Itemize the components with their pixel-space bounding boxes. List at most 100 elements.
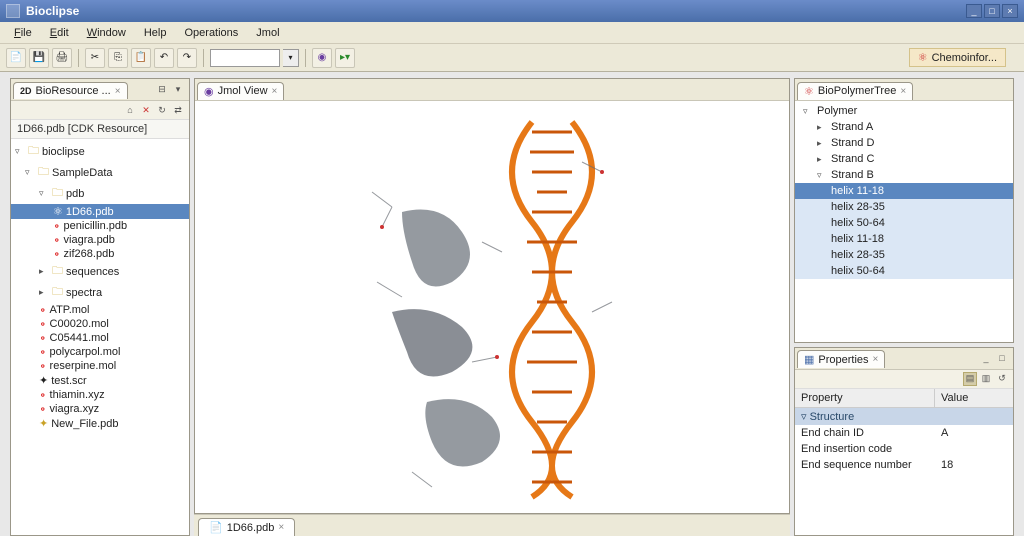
filter-icon[interactable]: ▥	[979, 372, 993, 386]
tree-file-viagra-xyz[interactable]: ⚬viagra.xyz	[11, 402, 189, 416]
col-value[interactable]: Value	[935, 389, 974, 407]
minimize-view-icon[interactable]: _	[979, 351, 993, 365]
tree-file-polycarpol[interactable]: ⚬polycarpol.mol	[11, 345, 189, 359]
prop-row[interactable]: End sequence number18	[795, 457, 1013, 473]
biopolymer-tree: ▿Polymer ▸Strand A ▸Strand D ▸Strand C ▿…	[795, 101, 1013, 342]
arrow-icon: ▸	[817, 122, 827, 133]
redo-button[interactable]: ↷	[177, 48, 197, 68]
link-icon[interactable]: ⇄	[171, 103, 185, 117]
tree-file-new[interactable]: ✦New_File.pdb	[11, 416, 189, 431]
biopolymer-view: ⚛ BioPolymerTree × ▿Polymer ▸Strand A ▸S…	[794, 78, 1014, 343]
bp-helix-1[interactable]: helix 11-18	[795, 183, 1013, 199]
bp-strand-a[interactable]: ▸Strand A	[795, 119, 1013, 135]
jmol-tab-label: Jmol View	[218, 85, 268, 97]
print-button[interactable]: 🖨	[52, 48, 72, 68]
jmol-tab[interactable]: ◉ Jmol View ×	[197, 82, 284, 100]
tree-file-atp[interactable]: ⚬ATP.mol	[11, 303, 189, 317]
jmol-canvas[interactable]	[195, 101, 789, 513]
tree-file-c00020[interactable]: ⚬C00020.mol	[11, 317, 189, 331]
tree-sequences-folder[interactable]: ▸🗀sequences	[11, 261, 189, 282]
collapse-all-button[interactable]: ⊟	[155, 83, 169, 97]
tree-pdb-folder[interactable]: ▿🗀pdb	[11, 183, 189, 204]
close-tab-icon[interactable]: ×	[278, 522, 284, 533]
tree-file-thiamin[interactable]: ⚬thiamin.xyz	[11, 388, 189, 402]
tree-file-1d66[interactable]: ⚛1D66.pdb	[11, 204, 189, 219]
molecule-icon: ⚬	[39, 319, 47, 330]
bp-strand-b[interactable]: ▿Strand B	[795, 167, 1013, 183]
copy-button[interactable]: ⎘	[108, 48, 128, 68]
maximize-button[interactable]: □	[984, 4, 1000, 18]
tree-file-c05441[interactable]: ⚬C05441.mol	[11, 331, 189, 345]
tree-file-viagra-pdb[interactable]: ⚬viagra.pdb	[11, 233, 189, 247]
search-input[interactable]	[210, 49, 280, 67]
prop-row[interactable]: End insertion code	[795, 441, 1013, 457]
perspective-label: Chemoinfor...	[932, 52, 997, 64]
molecule-icon: ⚬	[39, 361, 47, 372]
arrow-icon: ▿	[15, 146, 25, 157]
tree-file-testscr[interactable]: ✦test.scr	[11, 373, 189, 388]
paste-button[interactable]: 📋	[131, 48, 151, 68]
bp-strand-c[interactable]: ▸Strand C	[795, 151, 1013, 167]
biopolymer-tab-label: BioPolymerTree	[818, 85, 896, 97]
molecule-icon: ⚬	[39, 347, 47, 358]
perspective-button[interactable]: ⚛ Chemoinfor...	[909, 48, 1006, 67]
arrow-icon: ▸	[817, 138, 827, 149]
prop-row[interactable]: End chain IDA	[795, 425, 1013, 441]
menu-jmol[interactable]: Jmol	[248, 25, 287, 41]
menu-operations[interactable]: Operations	[176, 25, 246, 41]
home-icon[interactable]: ⌂	[123, 103, 137, 117]
tree-root[interactable]: ▿🗀bioclipse	[11, 141, 189, 162]
bp-helix-6[interactable]: helix 50-64	[795, 263, 1013, 279]
bp-polymer-node[interactable]: ▿Polymer	[795, 103, 1013, 119]
toolbar-sep	[78, 49, 79, 67]
maximize-view-icon[interactable]: □	[995, 351, 1009, 365]
resource-tree: ▿🗀bioclipse ▿🗀SampleData ▿🗀pdb ⚛1D66.pdb…	[11, 139, 189, 535]
properties-tab[interactable]: ▦ Properties ×	[797, 350, 885, 368]
tree-sampledata[interactable]: ▿🗀SampleData	[11, 162, 189, 183]
bioresource-view: 2D BioResource ... × ⊟ ▾ ⌂ ✕ ↻ ⇄ 1D66.pd…	[10, 78, 190, 536]
save-button[interactable]: 💾	[29, 48, 49, 68]
close-tab-icon[interactable]: ×	[873, 354, 879, 365]
run-button[interactable]: ▸▾	[335, 48, 355, 68]
menu-edit[interactable]: Edit	[42, 25, 77, 41]
folder-icon: 🗀	[38, 163, 49, 182]
bp-strand-d[interactable]: ▸Strand D	[795, 135, 1013, 151]
bp-helix-3[interactable]: helix 50-64	[795, 215, 1013, 231]
minimize-button[interactable]: _	[966, 4, 982, 18]
close-tab-icon[interactable]: ×	[900, 86, 906, 97]
editor-tabs: 📄 1D66.pdb ×	[194, 514, 790, 536]
bioresource-tab[interactable]: 2D BioResource ... ×	[13, 82, 128, 99]
menu-window[interactable]: Window	[79, 25, 134, 41]
view-menu-button[interactable]: ▾	[171, 83, 185, 97]
tree-spectra-folder[interactable]: ▸🗀spectra	[11, 282, 189, 303]
search-dropdown[interactable]: ▾	[283, 49, 299, 67]
tree-file-zif268[interactable]: ⚬zif268.pdb	[11, 247, 189, 261]
structure-icon: ⚛	[53, 205, 63, 218]
close-tab-icon[interactable]: ×	[272, 86, 278, 97]
categories-icon[interactable]: ▤	[963, 372, 977, 386]
editor-tab-1d66[interactable]: 📄 1D66.pdb ×	[198, 518, 295, 536]
restore-icon[interactable]: ↺	[995, 372, 1009, 386]
new-button[interactable]: 📄	[6, 48, 26, 68]
cut-button[interactable]: ✂	[85, 48, 105, 68]
prop-category[interactable]: ▿ Structure	[795, 408, 1013, 425]
jmol-icon-button[interactable]: ◉	[312, 48, 332, 68]
bp-helix-5[interactable]: helix 28-35	[795, 247, 1013, 263]
menu-file[interactable]: File	[6, 25, 40, 41]
menu-help[interactable]: Help	[136, 25, 175, 41]
bp-helix-2[interactable]: helix 28-35	[795, 199, 1013, 215]
close-button[interactable]: ×	[1002, 4, 1018, 18]
bp-helix-4[interactable]: helix 11-18	[795, 231, 1013, 247]
col-property[interactable]: Property	[795, 389, 935, 407]
close-tab-icon[interactable]: ×	[115, 86, 121, 97]
refresh-icon[interactable]: ↻	[155, 103, 169, 117]
tree-file-penicillin[interactable]: ⚬penicillin.pdb	[11, 219, 189, 233]
molecule-icon: ⚬	[39, 333, 47, 344]
arrow-icon: ▿	[801, 411, 810, 423]
tree-file-reserpine[interactable]: ⚬reserpine.mol	[11, 359, 189, 373]
biopolymer-tab[interactable]: ⚛ BioPolymerTree ×	[797, 82, 913, 100]
undo-button[interactable]: ↶	[154, 48, 174, 68]
file-icon: 📄	[209, 521, 223, 534]
properties-view: ▦ Properties × _ □ ▤ ▥ ↺ Prope	[794, 347, 1014, 536]
delete-icon[interactable]: ✕	[139, 103, 153, 117]
